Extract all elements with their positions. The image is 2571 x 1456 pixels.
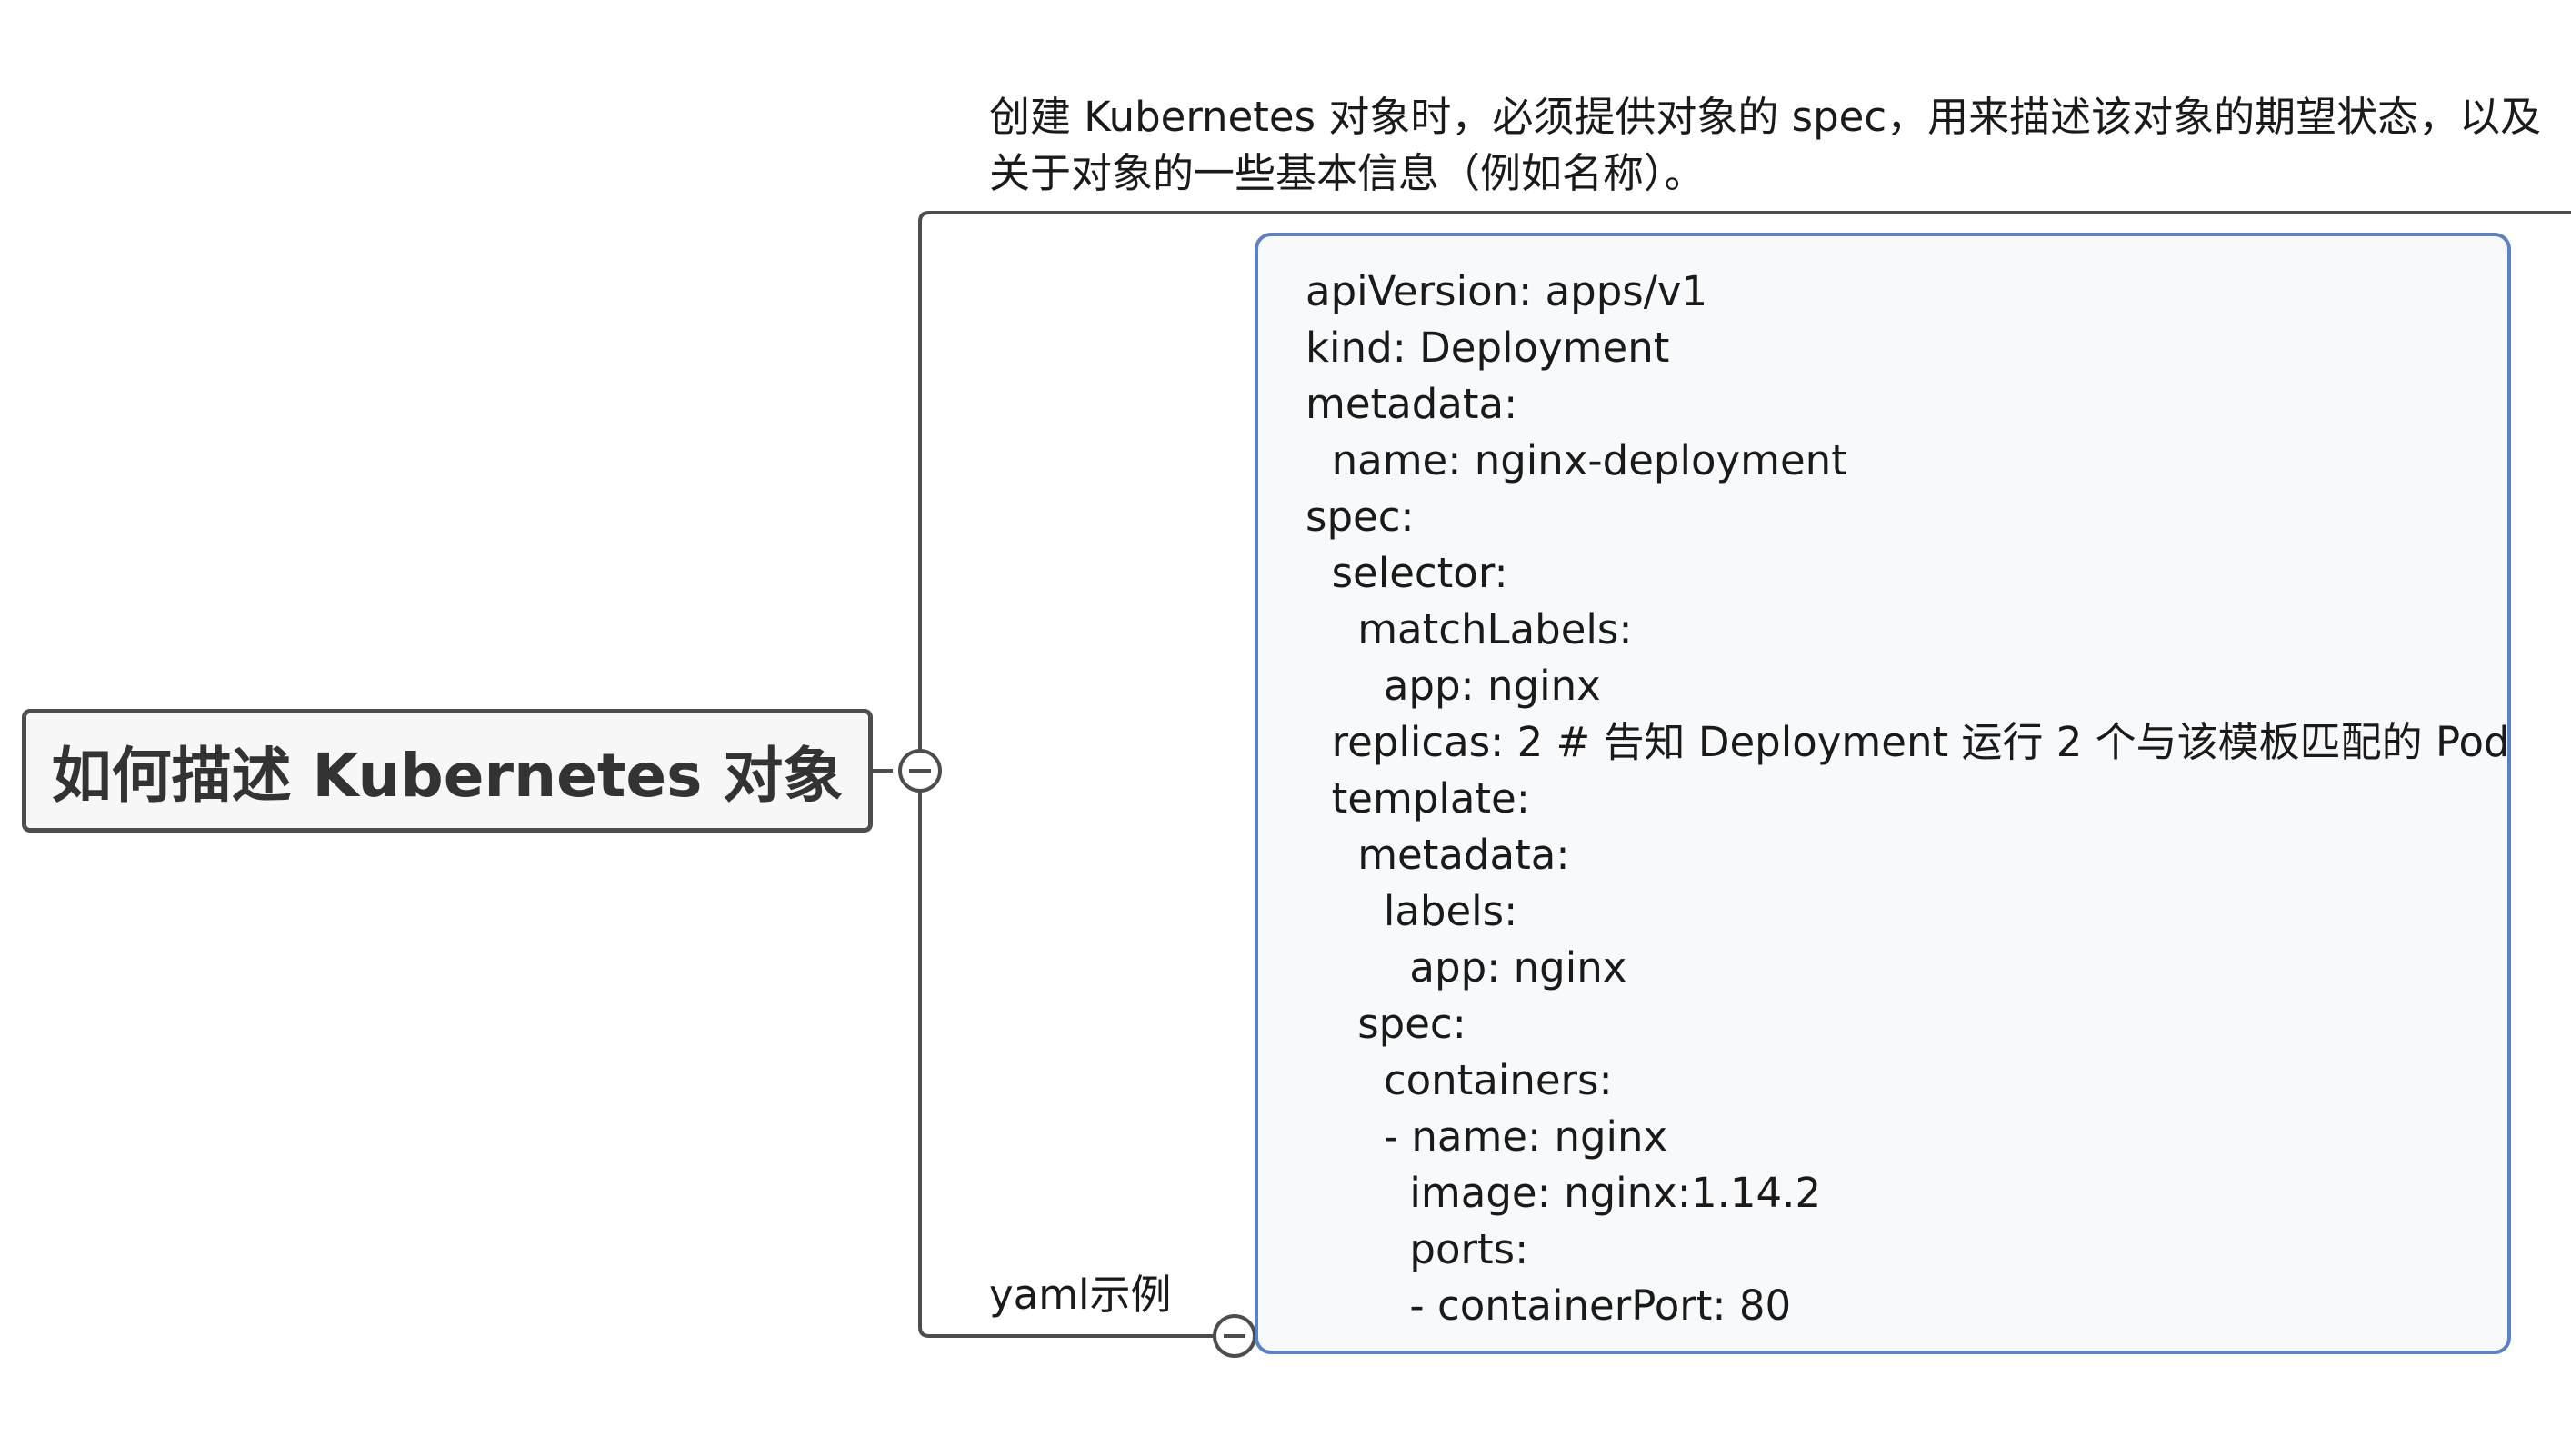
code-line: matchLabels: xyxy=(1306,605,1633,653)
code-line: - name: nginx xyxy=(1306,1112,1668,1161)
mindmap-canvas: 如何描述 Kubernetes 对象 创建 Kubernetes 对象时，必须提… xyxy=(0,0,2571,1456)
code-line: app: nginx xyxy=(1306,943,1627,992)
root-collapse-toggle[interactable] xyxy=(898,749,942,793)
code-line: metadata: xyxy=(1306,831,1570,879)
code-line: labels: xyxy=(1306,887,1518,935)
code-line: replicas: 2 # 告知 Deployment 运行 2 个与该模板匹配… xyxy=(1306,718,2510,766)
code-line: kind: Deployment xyxy=(1306,324,1670,372)
yaml-subtopic-label[interactable]: yaml示例 xyxy=(989,1267,1172,1323)
yaml-code-box[interactable]: apiVersion: apps/v1 kind: Deployment met… xyxy=(1255,233,2511,1354)
code-line: name: nginx-deployment xyxy=(1306,436,1847,484)
yaml-code-lines: apiVersion: apps/v1 kind: Deployment met… xyxy=(1306,264,2510,1334)
code-line: spec: xyxy=(1306,493,1415,541)
root-topic[interactable]: 如何描述 Kubernetes 对象 xyxy=(22,709,873,833)
code-line: selector: xyxy=(1306,549,1508,597)
description-line: 创建 Kubernetes 对象时，必须提供对象的 spec，用来描述该对象的期… xyxy=(989,93,2542,141)
description-line: 关于对象的一些基本信息（例如名称）。 xyxy=(989,149,1706,197)
root-topic-label: 如何描述 Kubernetes 对象 xyxy=(51,741,844,811)
code-line: template: xyxy=(1306,774,1530,823)
code-line: app: nginx xyxy=(1306,662,1601,710)
code-line: apiVersion: apps/v1 xyxy=(1306,267,1708,315)
code-line: containers: xyxy=(1306,1056,1613,1104)
code-line: spec: xyxy=(1306,1000,1466,1048)
branch-trunk xyxy=(918,211,1215,1338)
code-line: metadata: xyxy=(1306,380,1518,428)
description-subtopic[interactable]: 创建 Kubernetes 对象时，必须提供对象的 spec，用来描述该对象的期… xyxy=(989,89,2542,202)
code-line: - containerPort: 80 xyxy=(1306,1281,1792,1330)
yaml-collapse-toggle[interactable] xyxy=(1213,1314,1256,1358)
code-line: image: nginx:1.14.2 xyxy=(1306,1169,1822,1217)
code-line: ports: xyxy=(1306,1225,1529,1273)
